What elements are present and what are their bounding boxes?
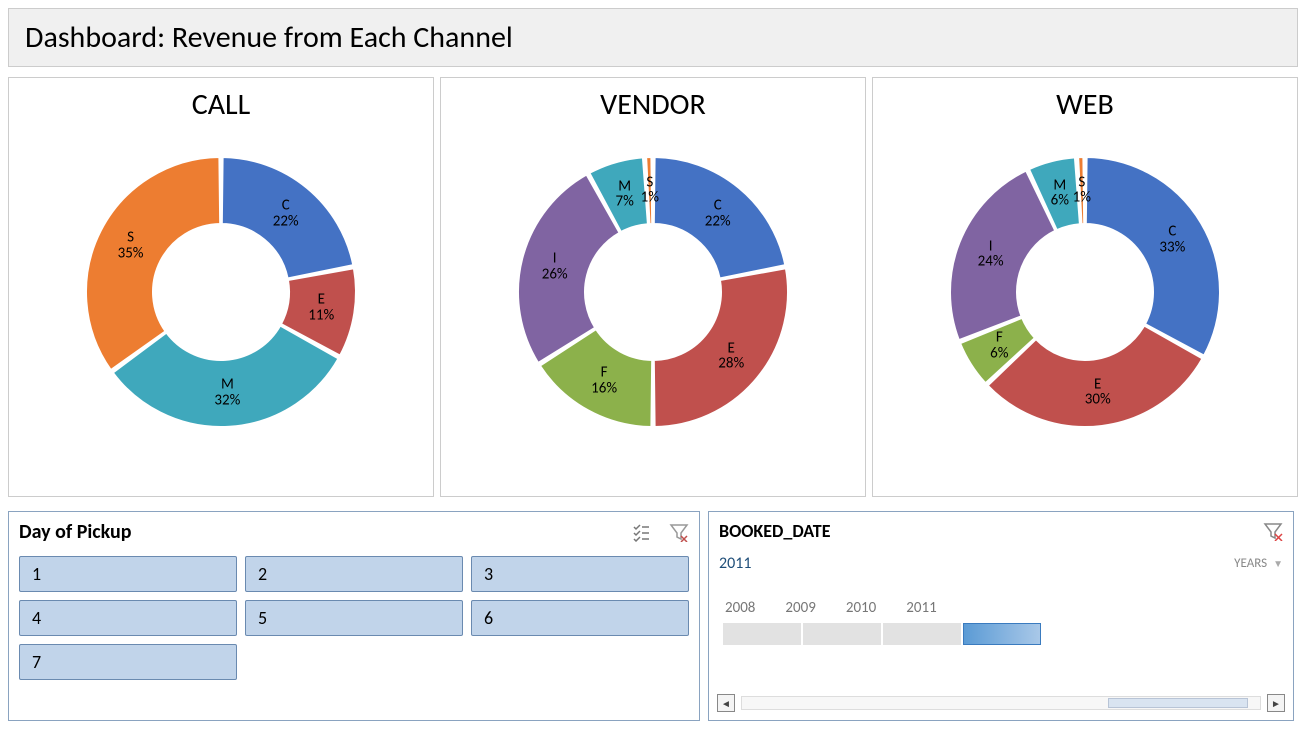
slice-label-I: I26% (542, 251, 568, 283)
chart-title: WEB (1056, 86, 1114, 123)
slicer-header: Day of Pickup (19, 520, 689, 544)
timeline-subheader: 2011 YEARS ▼ (719, 554, 1283, 573)
dashboard-title: Dashboard: Revenue from Each Channel (8, 8, 1298, 67)
slicer-item-3[interactable]: 3 (471, 556, 689, 592)
clear-filter-icon[interactable] (1263, 521, 1283, 541)
timeline-level-label: YEARS (1234, 556, 1267, 571)
slicer-day-of-pickup: Day of Pickup 123 45 (8, 511, 700, 721)
year-label-2010: 2010 (846, 599, 876, 617)
scroll-right-button[interactable]: ► (1267, 694, 1285, 712)
slice-label-M: M6% (1051, 178, 1069, 210)
slicer-grid: 123 456 7 (19, 556, 689, 680)
timeline-header: BOOKED_DATE (719, 520, 1283, 542)
year-block-2008[interactable] (723, 623, 801, 645)
donut-chart-web: C33% E30% F6% I24% M6%S1% (920, 127, 1250, 457)
slice-label-F: F6% (990, 331, 1008, 363)
slicer-item-5[interactable]: 5 (245, 600, 463, 636)
chart-title: VENDOR (600, 86, 706, 123)
donut-chart-call: C22% E11% M32% S35% (56, 127, 386, 457)
year-block-2009[interactable] (803, 623, 881, 645)
donut-slice-S[interactable] (86, 157, 220, 370)
timeline-title: BOOKED_DATE (719, 520, 831, 542)
slice-label-C: C33% (1159, 225, 1185, 257)
chart-panel-web[interactable]: WEB C33% E30% F6% I24% M6%S1% (872, 77, 1298, 497)
timeline-level-selector[interactable]: YEARS ▼ (1234, 556, 1283, 571)
slice-label-F: F16% (591, 365, 617, 397)
chevron-down-icon: ▼ (1273, 557, 1283, 570)
slice-label-E: E11% (308, 292, 334, 324)
timeline-booked-date: BOOKED_DATE 2011 YEARS ▼ 2008 2009 2010 201… (708, 511, 1294, 721)
slice-label-I: I24% (978, 239, 1004, 271)
chart-panel-vendor[interactable]: VENDOR C22% E28% F16% I26% M7% S1% (440, 77, 866, 497)
slice-label-S: S1% (1073, 175, 1091, 207)
timeline-year-track[interactable] (719, 623, 1283, 645)
chart-panel-call[interactable]: CALL C22% E11% M32% S35% (8, 77, 434, 497)
slice-label-M: M7% (616, 179, 634, 211)
year-block-2011[interactable] (963, 623, 1041, 645)
slice-label-E: E28% (718, 341, 744, 373)
scroll-track[interactable] (741, 696, 1261, 710)
year-block-2010[interactable] (883, 623, 961, 645)
timeline-selected-label: 2011 (719, 554, 751, 573)
multi-select-icon[interactable] (631, 522, 651, 542)
slice-label-M: M32% (214, 378, 240, 410)
slicer-item-4[interactable]: 4 (19, 600, 237, 636)
slice-label-C: C22% (273, 198, 299, 230)
timeline-scrollbar: ◄ ► (717, 694, 1285, 712)
controls-row: Day of Pickup 123 45 (8, 511, 1298, 721)
timeline-year-labels: 2008 2009 2010 2011 (719, 599, 1283, 617)
slicer-item-2[interactable]: 2 (245, 556, 463, 592)
scroll-thumb[interactable] (1108, 698, 1248, 708)
slicer-item-7[interactable]: 7 (19, 644, 237, 680)
donut-slice-C[interactable] (1086, 157, 1220, 356)
year-label-2008: 2008 (725, 599, 755, 617)
slicer-item-1[interactable]: 1 (19, 556, 237, 592)
donut-chart-vendor: C22% E28% F16% I26% M7% S1% (488, 127, 818, 457)
year-label-2009: 2009 (785, 599, 815, 617)
scroll-left-button[interactable]: ◄ (717, 694, 735, 712)
slice-label-E: E30% (1085, 377, 1111, 409)
slicer-item-6[interactable]: 6 (471, 600, 689, 636)
slice-label-C: C22% (705, 198, 731, 230)
chart-title: CALL (192, 86, 251, 123)
slice-label-S: S1% (641, 175, 659, 207)
clear-filter-icon[interactable] (669, 522, 689, 542)
year-label-2011: 2011 (906, 599, 936, 617)
charts-row: CALL C22% E11% M32% S35% VENDOR C22% E28% F16… (8, 77, 1298, 497)
slice-label-S: S35% (118, 230, 144, 262)
slicer-title: Day of Pickup (19, 520, 131, 544)
